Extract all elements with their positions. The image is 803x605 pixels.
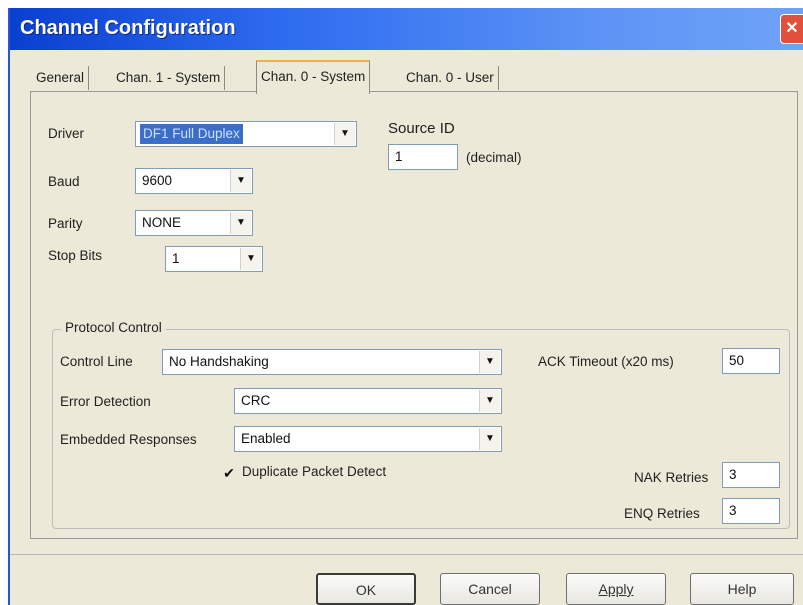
embedded-responses-select[interactable]: Enabled ▼ bbox=[234, 426, 502, 452]
enq-retries-input[interactable]: 3 bbox=[722, 498, 780, 524]
driver-label: Driver bbox=[48, 126, 84, 141]
tab-general[interactable]: General bbox=[32, 66, 90, 90]
chevron-down-icon[interactable]: ▼ bbox=[230, 170, 251, 192]
baud-value: 9600 bbox=[142, 173, 173, 188]
help-button[interactable]: Help bbox=[690, 573, 794, 605]
control-line-label: Control Line bbox=[60, 354, 133, 369]
ok-button[interactable]: OK bbox=[316, 573, 416, 605]
parity-value: NONE bbox=[142, 215, 182, 230]
source-id-input[interactable]: 1 bbox=[388, 144, 458, 170]
apply-button[interactable]: Apply bbox=[566, 573, 666, 605]
channel-configuration-dialog: Channel Configuration ✕ General Chan. 1 … bbox=[8, 8, 803, 605]
stop-bits-select[interactable]: 1 ▼ bbox=[165, 246, 263, 272]
error-detection-select[interactable]: CRC ▼ bbox=[234, 388, 502, 414]
protocol-control-title: Protocol Control bbox=[61, 320, 166, 335]
tab-chan1-system[interactable]: Chan. 1 - System bbox=[112, 66, 226, 90]
tab-chan0-user[interactable]: Chan. 0 - User bbox=[402, 66, 499, 90]
footer-divider bbox=[10, 554, 803, 555]
chevron-down-icon[interactable]: ▼ bbox=[479, 351, 500, 373]
nak-retries-label: NAK Retries bbox=[634, 470, 709, 485]
error-detection-label: Error Detection bbox=[60, 394, 151, 409]
stop-bits-value: 1 bbox=[172, 251, 180, 266]
chevron-down-icon[interactable]: ▼ bbox=[479, 428, 500, 450]
baud-select[interactable]: 9600 ▼ bbox=[135, 168, 253, 194]
nak-retries-input[interactable]: 3 bbox=[722, 462, 780, 488]
cancel-button[interactable]: Cancel bbox=[440, 573, 540, 605]
driver-select[interactable]: DF1 Full Duplex ▼ bbox=[135, 121, 357, 147]
embedded-responses-value: Enabled bbox=[241, 431, 291, 446]
parity-select[interactable]: NONE ▼ bbox=[135, 210, 253, 236]
ack-timeout-label: ACK Timeout (x20 ms) bbox=[538, 354, 674, 369]
tab-strip: General Chan. 1 - System Chan. 0 - Syste… bbox=[32, 60, 802, 94]
source-id-unit: (decimal) bbox=[466, 150, 522, 165]
error-detection-value: CRC bbox=[241, 393, 271, 408]
source-id-label: Source ID bbox=[388, 120, 455, 137]
duplicate-packet-checkbox[interactable]: ✔ bbox=[222, 466, 236, 480]
tab-chan0-system[interactable]: Chan. 0 - System bbox=[256, 60, 371, 94]
driver-value: DF1 Full Duplex bbox=[140, 124, 243, 144]
close-icon[interactable]: ✕ bbox=[780, 14, 803, 44]
chevron-down-icon[interactable]: ▼ bbox=[230, 212, 251, 234]
chevron-down-icon[interactable]: ▼ bbox=[334, 123, 355, 145]
embedded-responses-label: Embedded Responses bbox=[60, 432, 197, 447]
chevron-down-icon[interactable]: ▼ bbox=[240, 248, 261, 270]
control-line-value: No Handshaking bbox=[169, 354, 269, 369]
ack-timeout-input[interactable]: 50 bbox=[722, 348, 780, 374]
window-title: Channel Configuration bbox=[20, 17, 236, 39]
parity-label: Parity bbox=[48, 216, 83, 231]
duplicate-packet-label: Duplicate Packet Detect bbox=[242, 464, 387, 479]
chevron-down-icon[interactable]: ▼ bbox=[479, 390, 500, 412]
control-line-select[interactable]: No Handshaking ▼ bbox=[162, 349, 502, 375]
baud-label: Baud bbox=[48, 174, 80, 189]
enq-retries-label: ENQ Retries bbox=[624, 506, 700, 521]
stop-bits-label: Stop Bits bbox=[48, 248, 103, 263]
title-bar[interactable]: Channel Configuration ✕ bbox=[10, 8, 803, 50]
